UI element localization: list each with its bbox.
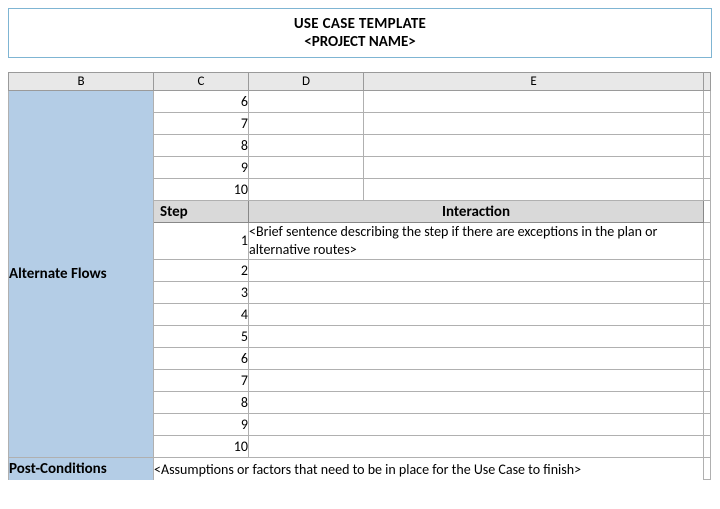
cell-edge — [704, 260, 711, 282]
cell-edge — [704, 392, 711, 414]
step-num[interactable]: 9 — [154, 157, 249, 179]
title-box: USE CASE TEMPLATE <PROJECT NAME> — [8, 8, 712, 58]
col-header-E[interactable]: E — [364, 73, 704, 91]
step-num[interactable]: 10 — [154, 179, 249, 201]
cell-edge — [704, 326, 711, 348]
cell-edge — [704, 135, 711, 157]
spreadsheet-table: B C D E Alternate Flows 6 7 8 9 10 Step — [8, 72, 711, 480]
interaction-cell[interactable] — [249, 370, 704, 392]
cell-edge — [704, 223, 711, 260]
cell[interactable] — [249, 91, 364, 113]
cell-edge — [704, 91, 711, 113]
step-num[interactable]: 6 — [154, 91, 249, 113]
title-line2: <PROJECT NAME> — [9, 33, 711, 51]
step-num[interactable]: 6 — [154, 348, 249, 370]
side-label-post-conditions[interactable]: Post-Conditions — [9, 458, 154, 480]
step-num[interactable]: 3 — [154, 282, 249, 304]
cell-edge — [704, 436, 711, 458]
step-num[interactable]: 7 — [154, 113, 249, 135]
cell-edge — [704, 348, 711, 370]
cell[interactable] — [364, 113, 704, 135]
side-label-alternate-flows[interactable]: Alternate Flows — [9, 91, 154, 458]
interaction-cell[interactable] — [249, 304, 704, 326]
column-header-row: B C D E — [9, 73, 711, 91]
interaction-cell[interactable] — [249, 392, 704, 414]
step-num[interactable]: 8 — [154, 392, 249, 414]
step-num[interactable]: 2 — [154, 260, 249, 282]
cell[interactable] — [364, 179, 704, 201]
cell[interactable] — [364, 135, 704, 157]
interaction-cell[interactable] — [249, 282, 704, 304]
subheader-interaction[interactable]: Interaction — [249, 201, 704, 223]
cell[interactable] — [364, 157, 704, 179]
col-header-B[interactable]: B — [9, 73, 154, 91]
cell-edge — [704, 414, 711, 436]
cell[interactable] — [249, 179, 364, 201]
post-conditions-row: Post-Conditions <Assumptions or factors … — [9, 458, 711, 480]
cell-edge — [704, 304, 711, 326]
step-num[interactable]: 5 — [154, 326, 249, 348]
col-header-C[interactable]: C — [154, 73, 249, 91]
interaction-cell[interactable] — [249, 326, 704, 348]
post-conditions-cell[interactable]: <Assumptions or factors that need to be … — [154, 458, 704, 480]
subheader-step[interactable]: Step — [154, 201, 249, 223]
cell-edge — [704, 201, 711, 223]
col-edge — [704, 73, 711, 91]
interaction-cell[interactable] — [249, 436, 704, 458]
cell-edge — [704, 157, 711, 179]
step-num[interactable]: 8 — [154, 135, 249, 157]
cell[interactable] — [249, 113, 364, 135]
step-num[interactable]: 7 — [154, 370, 249, 392]
interaction-cell[interactable] — [249, 348, 704, 370]
cell-edge — [704, 113, 711, 135]
step-num[interactable]: 4 — [154, 304, 249, 326]
step-num[interactable]: 9 — [154, 414, 249, 436]
cell-edge — [704, 282, 711, 304]
cell[interactable] — [249, 135, 364, 157]
cell[interactable] — [364, 91, 704, 113]
table-row: Alternate Flows 6 — [9, 91, 711, 113]
interaction-cell[interactable] — [249, 260, 704, 282]
col-header-D[interactable]: D — [249, 73, 364, 91]
step-num[interactable]: 1 — [154, 223, 249, 260]
cell-edge — [704, 179, 711, 201]
cell[interactable] — [249, 157, 364, 179]
cell-edge — [704, 370, 711, 392]
interaction-cell[interactable] — [249, 414, 704, 436]
step-num[interactable]: 10 — [154, 436, 249, 458]
cell-edge — [704, 458, 711, 480]
title-line1: USE CASE TEMPLATE — [9, 15, 711, 33]
interaction-cell[interactable]: <Brief sentence describing the step if t… — [249, 223, 704, 260]
